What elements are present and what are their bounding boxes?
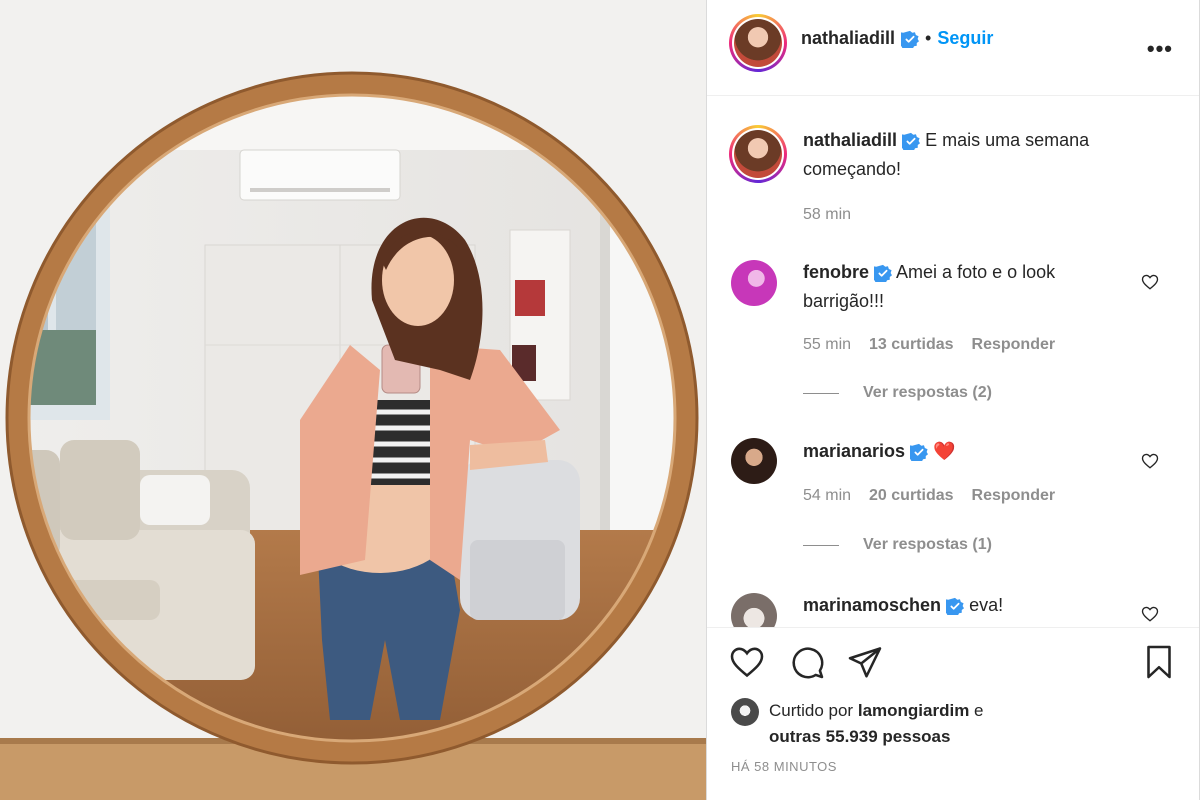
liked-by-prefix: Curtido por	[769, 701, 854, 720]
comment-like-heart-icon[interactable]	[1141, 605, 1159, 623]
caption-avatar[interactable]	[729, 125, 787, 183]
comment-icon[interactable]	[789, 644, 825, 680]
post-timestamp[interactable]: HÁ 58 MINUTOS	[731, 759, 837, 774]
reply-button[interactable]: Responder	[972, 487, 1056, 505]
verified-badge-icon	[946, 598, 965, 616]
view-replies-label: Ver respostas (2)	[863, 384, 992, 401]
post-photo	[0, 0, 706, 800]
comment-text-block: marianarios ❤️	[803, 437, 1139, 466]
reply-button[interactable]: Responder	[972, 336, 1056, 354]
replies-divider-line	[803, 392, 839, 394]
likes-text: Curtido por lamongiardim e outras 55.939…	[769, 698, 984, 750]
mirror-selfie-illustration	[0, 0, 706, 800]
comment-time[interactable]: 54 min	[803, 487, 851, 505]
view-replies-button[interactable]: Ver respostas (2)	[803, 384, 992, 402]
separator-dot: •	[925, 28, 932, 48]
comment-text: eva!	[969, 595, 1004, 615]
comment-likes-count[interactable]: 13 curtidas	[869, 336, 953, 354]
liker-avatar[interactable]	[731, 698, 759, 726]
commenter-username[interactable]: marinamoschen	[803, 595, 941, 615]
post-actions: Curtido por lamongiardim e outras 55.939…	[707, 627, 1199, 800]
header-row: nathaliadill • Seguir	[801, 28, 993, 49]
view-replies-button[interactable]: Ver respostas (1)	[803, 536, 992, 554]
replies-divider-line	[803, 544, 839, 546]
avatar-image	[734, 130, 782, 178]
caption-text-block: nathaliadill E mais uma semana começando…	[803, 126, 1139, 184]
post-header: nathaliadill • Seguir •••	[707, 0, 1199, 96]
author-username[interactable]: nathaliadill	[801, 28, 895, 49]
avatar-image	[734, 19, 782, 67]
caption-username[interactable]: nathaliadill	[803, 130, 897, 150]
verified-badge-icon	[902, 133, 921, 151]
commenter-avatar[interactable]	[731, 593, 777, 627]
likes-conjunction: e	[974, 701, 984, 720]
comment-likes-count[interactable]: 20 curtidas	[869, 487, 953, 505]
comment-meta: 55 min 13 curtidas Responder	[803, 336, 1055, 354]
comment-text: ❤️	[933, 441, 956, 461]
bookmark-icon[interactable]	[1141, 644, 1177, 680]
comment-time[interactable]: 55 min	[803, 336, 851, 354]
comment-text-block: marinamoschen eva!	[803, 591, 1139, 620]
comment-like-heart-icon[interactable]	[1141, 452, 1159, 470]
more-options-icon[interactable]: •••	[1147, 36, 1173, 62]
heart-icon[interactable]	[729, 644, 765, 680]
liker-username[interactable]: lamongiardim	[858, 701, 969, 720]
comment-text-block: fenobre Amei a foto e o look barrigão!!!	[803, 258, 1139, 316]
likes-others-count[interactable]: outras 55.939 pessoas	[769, 727, 950, 746]
follow-button[interactable]: Seguir	[937, 28, 993, 49]
likes-summary: Curtido por lamongiardim e outras 55.939…	[731, 698, 984, 750]
caption-meta: 58 min	[803, 206, 851, 224]
commenter-avatar[interactable]	[731, 260, 777, 306]
comment-like-heart-icon[interactable]	[1141, 273, 1159, 291]
post-side-panel: nathaliadill • Seguir ••• nathaliadill E	[706, 0, 1200, 800]
verified-badge-icon	[901, 30, 920, 48]
verified-badge-icon	[874, 265, 893, 283]
share-icon[interactable]	[847, 644, 883, 680]
commenter-avatar[interactable]	[731, 438, 777, 484]
commenter-username[interactable]: fenobre	[803, 262, 869, 282]
comment-meta: 54 min 20 curtidas Responder	[803, 487, 1055, 505]
verified-badge-icon	[910, 444, 929, 462]
caption-time[interactable]: 58 min	[803, 206, 851, 224]
author-avatar[interactable]	[729, 14, 787, 72]
commenter-username[interactable]: marianarios	[803, 441, 905, 461]
view-replies-label: Ver respostas (1)	[863, 536, 992, 553]
comments-list[interactable]: nathaliadill E mais uma semana começando…	[707, 97, 1199, 627]
